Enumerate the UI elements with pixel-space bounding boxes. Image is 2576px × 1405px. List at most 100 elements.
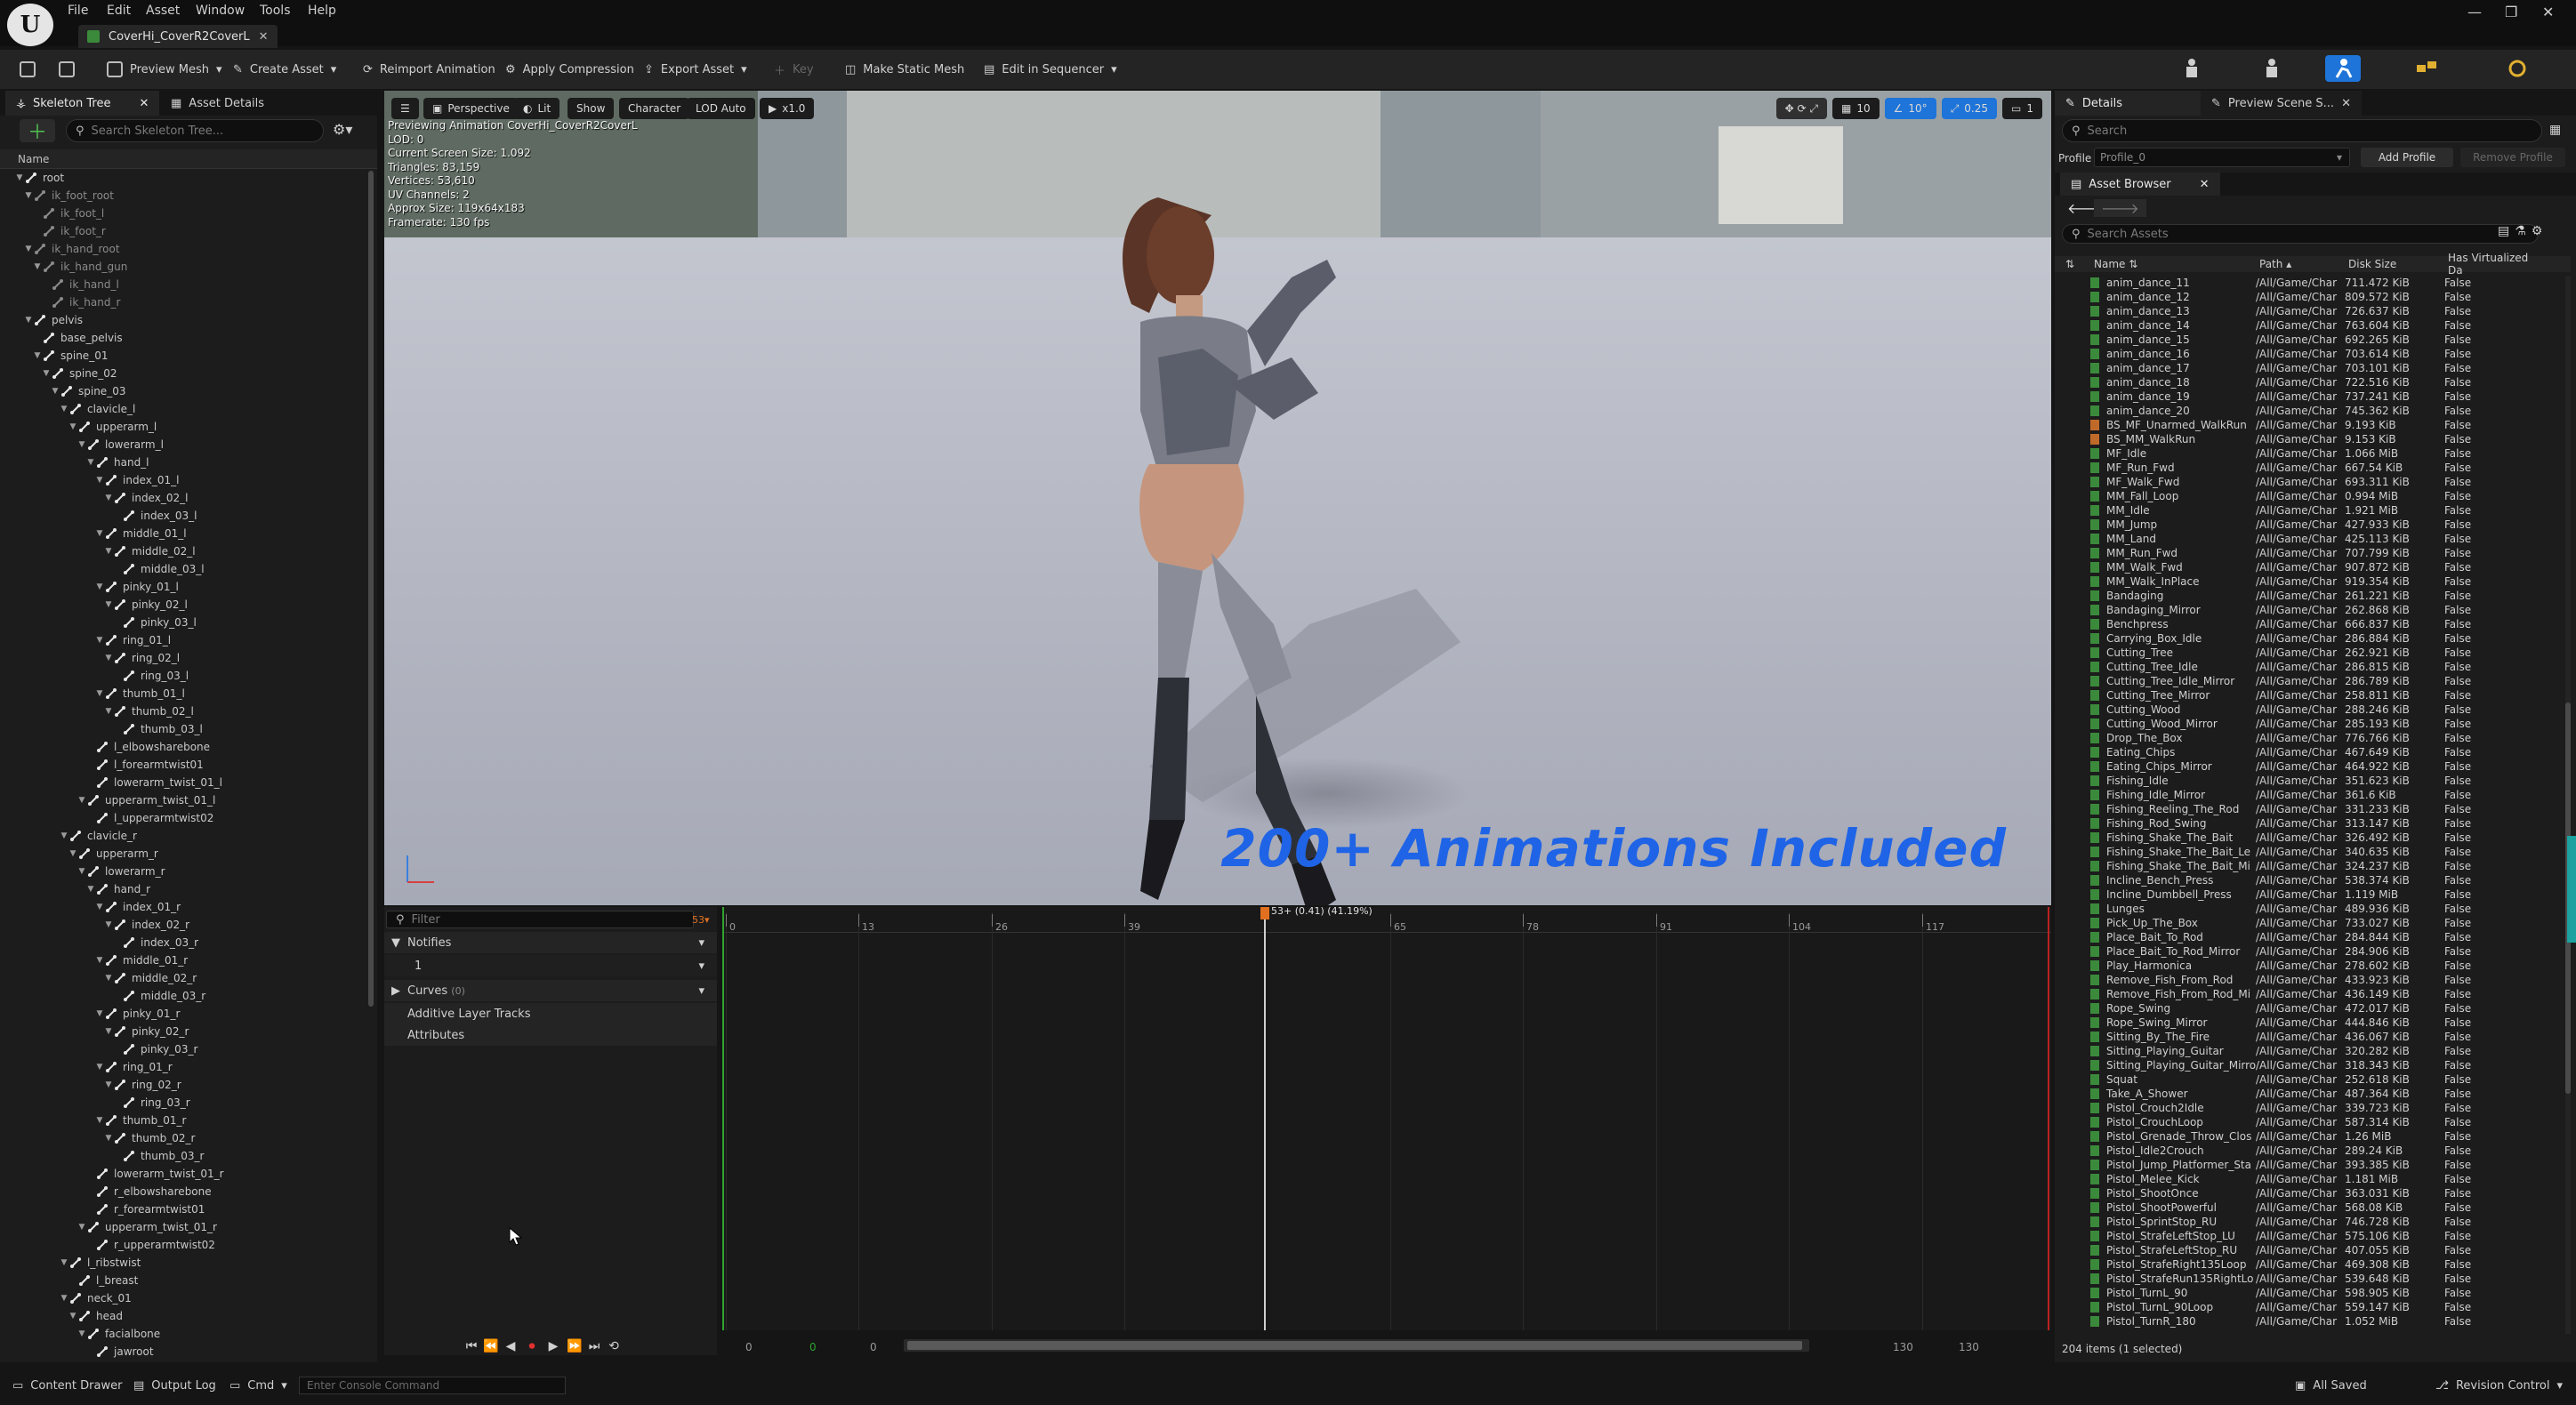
asset-row[interactable]: MF_Walk_Fwd/All/Game/Char 693.311 KiB Fals…: [2055, 475, 2553, 489]
bone-row[interactable]: ▼ clavicle_l: [0, 400, 136, 418]
asset-row[interactable]: Fishing_Idle_Mirror/All/Game/Char 361.6 K…: [2055, 788, 2553, 802]
menu-asset[interactable]: Asset: [146, 4, 180, 18]
bone-row[interactable]: ▼ lowerarm_r: [0, 863, 165, 880]
tab-skeleton-tree[interactable]: ⚶ Skeleton Tree ✕: [5, 91, 160, 116]
asset-row[interactable]: MM_Run_Fwd/All/Game/Char 707.799 KiB False: [2055, 546, 2553, 560]
asset-row[interactable]: anim_dance_20/All/Game/Char 745.362 KiB Fa…: [2055, 404, 2553, 418]
bone-row[interactable]: ▼ l_ribstwist: [0, 1254, 141, 1272]
expand-arrow-icon[interactable]: ▼: [68, 422, 78, 431]
asset-row[interactable]: Cutting_Tree/All/Game/Char 262.921 KiB Fal…: [2055, 646, 2553, 660]
expand-arrow-icon[interactable]: ▼: [14, 173, 25, 182]
bone-row[interactable]: ▼ ik_hand_root: [0, 240, 120, 258]
expand-arrow-icon[interactable]: ▼: [76, 1223, 87, 1232]
character-button[interactable]: Character: [619, 98, 690, 119]
bone-row[interactable]: ▼ ik_hand_gun: [0, 258, 128, 276]
content-drawer-button[interactable]: ▭ Content Drawer: [12, 1375, 122, 1396]
expand-arrow-icon[interactable]: ▼: [50, 387, 60, 396]
search-assets-input[interactable]: ⚲ Search Assets: [2062, 224, 2539, 244]
expand-arrow-icon[interactable]: ▼: [76, 867, 87, 876]
asset-row[interactable]: Rope_Swing/All/Game/Char 472.017 KiB False: [2055, 1001, 2553, 1016]
menu-window[interactable]: Window: [196, 4, 245, 18]
asset-row[interactable]: Place_Bait_To_Rod/All/Game/Char 284.844 K…: [2055, 930, 2553, 944]
asset-row[interactable]: Fishing_Shake_The_Bait/All/Game/Char 326.…: [2055, 831, 2553, 845]
expand-arrow-icon[interactable]: ▼: [76, 796, 87, 805]
add-profile-button[interactable]: Add Profile: [2361, 148, 2453, 167]
bone-row[interactable]: ▼ pelvis: [0, 311, 84, 329]
expand-arrow-icon[interactable]: ▼: [68, 1312, 78, 1321]
step-back-icon[interactable]: ⏪: [482, 1337, 500, 1355]
close-tab-icon[interactable]: ✕: [139, 97, 149, 110]
asset-row[interactable]: MM_Walk_Fwd/All/Game/Char 907.872 KiB Fals…: [2055, 560, 2553, 574]
bone-row[interactable]: ▼ hand_l: [0, 454, 149, 471]
asset-row[interactable]: MF_Run_Fwd/All/Game/Char 667.54 KiB False: [2055, 461, 2553, 475]
edit-in-sequencer-button[interactable]: ▤ Edit in Sequencer ▾: [984, 57, 1117, 82]
add-button[interactable]: ＋: [20, 119, 55, 144]
bone-row[interactable]: ▼ thumb_01_r: [0, 1112, 187, 1129]
bone-row[interactable]: ▼ middle_02_l: [0, 542, 196, 560]
asset-row[interactable]: BS_MF_Unarmed_WalkRun/All/Game/Char 9.193…: [2055, 418, 2553, 432]
grid-snap-button[interactable]: ▦ 10: [1832, 98, 1880, 119]
asset-row[interactable]: Fishing_Shake_The_Bait_Mi/All/Game/Char 3…: [2055, 859, 2553, 873]
asset-row[interactable]: Pistol_TurnL_90/All/Game/Char 598.905 KiB…: [2055, 1286, 2553, 1300]
dropdown-icon[interactable]: ▾: [698, 984, 704, 998]
asset-row[interactable]: anim_dance_13/All/Game/Char 726.637 KiB Fa…: [2055, 304, 2553, 318]
bone-row[interactable]: index_03_r: [0, 934, 198, 951]
expand-arrow-icon[interactable]: ▼: [103, 600, 114, 609]
asset-row[interactable]: Fishing_Shake_The_Bait_Le/All/Game/Char 3…: [2055, 845, 2553, 859]
asset-row[interactable]: Place_Bait_To_Rod_Mirror/All/Game/Char 28…: [2055, 944, 2553, 959]
asset-row[interactable]: Drop_The_Box/All/Game/Char 776.766 KiB Fal…: [2055, 731, 2553, 745]
expand-arrow-icon[interactable]: ▼: [103, 920, 114, 929]
asset-row[interactable]: Benchpress/All/Game/Char 666.837 KiB False: [2055, 617, 2553, 631]
expand-arrow-icon[interactable]: ▼: [94, 1009, 105, 1018]
bone-row[interactable]: ▼ pinky_02_r: [0, 1023, 189, 1040]
step-forward-icon[interactable]: ⏩: [566, 1337, 584, 1355]
bone-row[interactable]: ▼ upperarm_l: [0, 418, 157, 436]
bone-row[interactable]: middle_03_l: [0, 560, 205, 578]
go-to-start-icon[interactable]: ⏮: [463, 1337, 480, 1355]
bone-row[interactable]: ▼ neck_01: [0, 1289, 132, 1307]
bone-row[interactable]: l_upperarmtwist02: [0, 809, 213, 827]
bone-row[interactable]: ▼ ring_01_l: [0, 631, 172, 649]
asset-row[interactable]: Pistol_Jump_Platformer_Sta/All/Game/Char…: [2055, 1158, 2553, 1172]
revision-control-button[interactable]: ⎇ Revision Control ▾: [2435, 1375, 2563, 1396]
timeline-grid[interactable]: 0 13 26 39 65 78 91 104 117 53+ (0.41) (41.19%): [722, 905, 2051, 1330]
tab-asset-details[interactable]: ▦ Asset Details: [160, 91, 275, 116]
bone-row[interactable]: ▼ upperarm_r: [0, 845, 158, 863]
lod-button[interactable]: LOD Auto: [687, 98, 755, 119]
asset-row[interactable]: Fishing_Idle/All/Game/Char 351.623 KiB Fal…: [2055, 774, 2553, 788]
export-asset-button[interactable]: ⇪ Export Asset ▾: [644, 57, 747, 82]
asset-row[interactable]: Incline_Bench_Press/All/Game/Char 538.374…: [2055, 873, 2553, 887]
asset-row[interactable]: BS_MM_WalkRun/All/Game/Char 9.153 KiB Fals…: [2055, 432, 2553, 446]
expand-arrow-icon[interactable]: ▼: [59, 831, 69, 840]
asset-row[interactable]: Pistol_CrouchLoop/All/Game/Char 587.314 K…: [2055, 1115, 2553, 1129]
track-notify-1[interactable]: 1 ▾: [384, 955, 717, 976]
asset-row[interactable]: Squat/All/Game/Char 252.618 KiB False: [2055, 1072, 2553, 1087]
expand-arrow-icon[interactable]: ▼: [103, 494, 114, 502]
play-reverse-icon[interactable]: ◀: [502, 1337, 519, 1355]
asset-row[interactable]: Pistol_Idle2Crouch/All/Game/Char 289.24 K…: [2055, 1144, 2553, 1158]
bone-row[interactable]: middle_03_r: [0, 987, 205, 1005]
bone-row[interactable]: jawroot: [0, 1343, 154, 1361]
skeleton-mode-icon[interactable]: [2174, 55, 2210, 82]
bone-row[interactable]: ▼ lowerarm_l: [0, 436, 164, 454]
details-search-input[interactable]: ⚲ Search: [2062, 119, 2542, 142]
browse-button[interactable]: [59, 57, 75, 82]
expand-arrow-icon[interactable]: ▼: [76, 440, 87, 449]
asset-row[interactable]: MM_Jump/All/Game/Char 427.933 KiB False: [2055, 518, 2553, 532]
playback-speed-button[interactable]: ▶ x1.0: [760, 98, 815, 119]
asset-row[interactable]: Pistol_SprintStop_RU/All/Game/Char 746.72…: [2055, 1215, 2553, 1229]
bone-row[interactable]: ▼ hand_r: [0, 880, 151, 898]
asset-row[interactable]: Pistol_StrafeRight135Loop/All/Game/Char 4…: [2055, 1257, 2553, 1272]
asset-row[interactable]: MM_Idle/All/Game/Char 1.921 MiB False: [2055, 503, 2553, 518]
asset-row[interactable]: Cutting_Tree_Idle_Mirror/All/Game/Char 28…: [2055, 674, 2553, 688]
bone-row[interactable]: pinky_03_r: [0, 1040, 197, 1058]
asset-row[interactable]: Pistol_TurnR_180/All/Game/Char 1.052 MiB F…: [2055, 1314, 2553, 1329]
timeline-scroll-thumb[interactable]: [907, 1341, 1802, 1350]
reimport-animation-button[interactable]: ⟳ Reimport Animation: [363, 57, 495, 82]
mesh-mode-icon[interactable]: [2254, 55, 2290, 82]
asset-row[interactable]: Sitting_Playing_Guitar_Mirro/All/Game/Ch…: [2055, 1058, 2553, 1072]
bone-row[interactable]: ▼ upperarm_twist_01_l: [0, 791, 216, 809]
asset-row[interactable]: anim_dance_17/All/Game/Char 703.101 KiB Fa…: [2055, 361, 2553, 375]
maximize-icon[interactable]: ❐: [2505, 4, 2517, 20]
asset-row[interactable]: Sitting_Playing_Guitar/All/Game/Char 320.…: [2055, 1044, 2553, 1058]
